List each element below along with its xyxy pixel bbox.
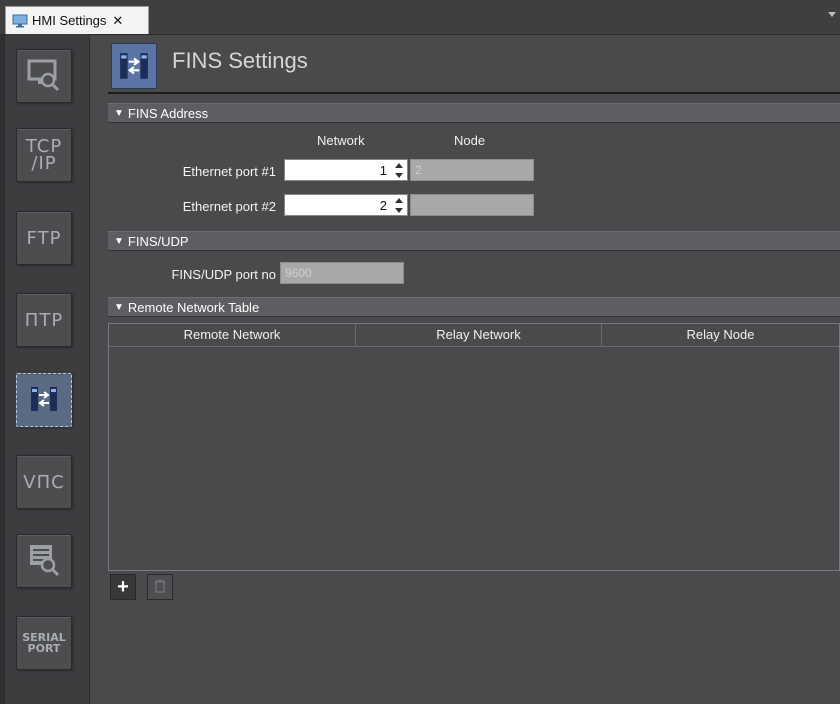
fins-header-icon — [111, 43, 157, 89]
section-fins-address-label: FINS Address — [127, 105, 209, 121]
monitor-magnifier-icon — [26, 58, 62, 95]
rail-ntp-label: ΠTP — [24, 309, 64, 331]
plus-icon: + — [117, 576, 129, 598]
trash-icon — [154, 579, 166, 596]
ethernet-port-1-network-value: 1 — [379, 162, 387, 178]
section-fins-address-header[interactable]: ▼ FINS Address — [108, 103, 840, 123]
fins-udp-port-field: 9600 — [280, 262, 404, 284]
fins-arrows-icon — [29, 384, 59, 417]
rail-display-settings-button[interactable] — [16, 49, 72, 103]
rail-ftp-button[interactable]: FTP — [16, 211, 72, 265]
tab-dropdown-icon[interactable] — [828, 12, 836, 17]
rail-device-settings-button[interactable] — [16, 534, 72, 588]
ethernet-port-2-node-field — [410, 194, 534, 216]
column-remote-network[interactable]: Remote Network — [109, 324, 356, 346]
ethernet-port-1-network-stepper[interactable]: 1 — [284, 159, 408, 181]
spin-arrows-icon[interactable] — [394, 163, 403, 178]
document-tab-strip: HMI Settings ✕ — [0, 0, 840, 35]
server-magnifier-icon — [26, 543, 62, 580]
ethernet-port-1-label: Ethernet port #1 — [182, 164, 276, 179]
add-row-button[interactable]: + — [110, 574, 136, 600]
hmi-monitor-icon — [12, 14, 28, 28]
column-relay-network[interactable]: Relay Network — [356, 324, 602, 346]
table-header-row: Remote Network Relay Network Relay Node — [109, 324, 839, 347]
page-title: FINS Settings — [172, 48, 308, 73]
rail-ftp-label: FTP — [26, 227, 62, 249]
rail-tcpip-line2: /IP — [31, 153, 57, 174]
settings-category-rail: TCP /IP FTP ΠTP VΠC SERIAL PORT — [5, 34, 90, 704]
section-fins-udp-label: FINS/UDP — [127, 233, 189, 249]
section-remote-network-table-header[interactable]: ▼ Remote Network Table — [108, 297, 840, 317]
tab-hmi-settings[interactable]: HMI Settings ✕ — [5, 6, 149, 34]
title-divider — [108, 92, 840, 94]
collapse-triangle-icon: ▼ — [114, 301, 124, 313]
rail-vnc-label: VΠC — [23, 471, 65, 493]
rail-vnc-button[interactable]: VΠC — [16, 455, 72, 509]
fins-settings-panel: FINS Settings ▼ FINS Address Network Nod… — [90, 34, 840, 704]
rail-tcpip-button[interactable]: TCP /IP — [16, 128, 72, 182]
collapse-triangle-icon: ▼ — [114, 107, 124, 119]
rail-ntp-button[interactable]: ΠTP — [16, 293, 72, 347]
collapse-triangle-icon: ▼ — [114, 235, 124, 247]
ethernet-port-2-network-value: 2 — [379, 197, 387, 213]
ethernet-port-2-network-stepper[interactable]: 2 — [284, 194, 408, 216]
section-remote-network-table-label: Remote Network Table — [127, 299, 260, 315]
rail-fins-button[interactable] — [16, 373, 72, 427]
tab-title: HMI Settings — [32, 13, 107, 28]
rail-tcpip-label: TCP /IP — [26, 138, 62, 174]
rail-serial-port-label: SERIAL PORT — [22, 632, 66, 654]
rail-serial-port-button[interactable]: SERIAL PORT — [16, 616, 72, 670]
rail-serial-line2: PORT — [27, 642, 61, 655]
fins-udp-port-label: FINS/UDP port no — [171, 267, 276, 282]
delete-row-button[interactable] — [147, 574, 173, 600]
remote-network-table[interactable]: Remote Network Relay Network Relay Node — [108, 323, 840, 571]
column-network-header: Network — [317, 133, 365, 148]
column-node-header: Node — [454, 133, 486, 148]
column-relay-node[interactable]: Relay Node — [602, 324, 839, 346]
ethernet-port-1-node-field: 2 — [410, 159, 534, 181]
close-icon[interactable]: ✕ — [112, 13, 123, 29]
ethernet-port-2-label: Ethernet port #2 — [182, 199, 276, 214]
section-fins-udp-header[interactable]: ▼ FINS/UDP — [108, 231, 840, 251]
spin-arrows-icon[interactable] — [394, 198, 403, 213]
